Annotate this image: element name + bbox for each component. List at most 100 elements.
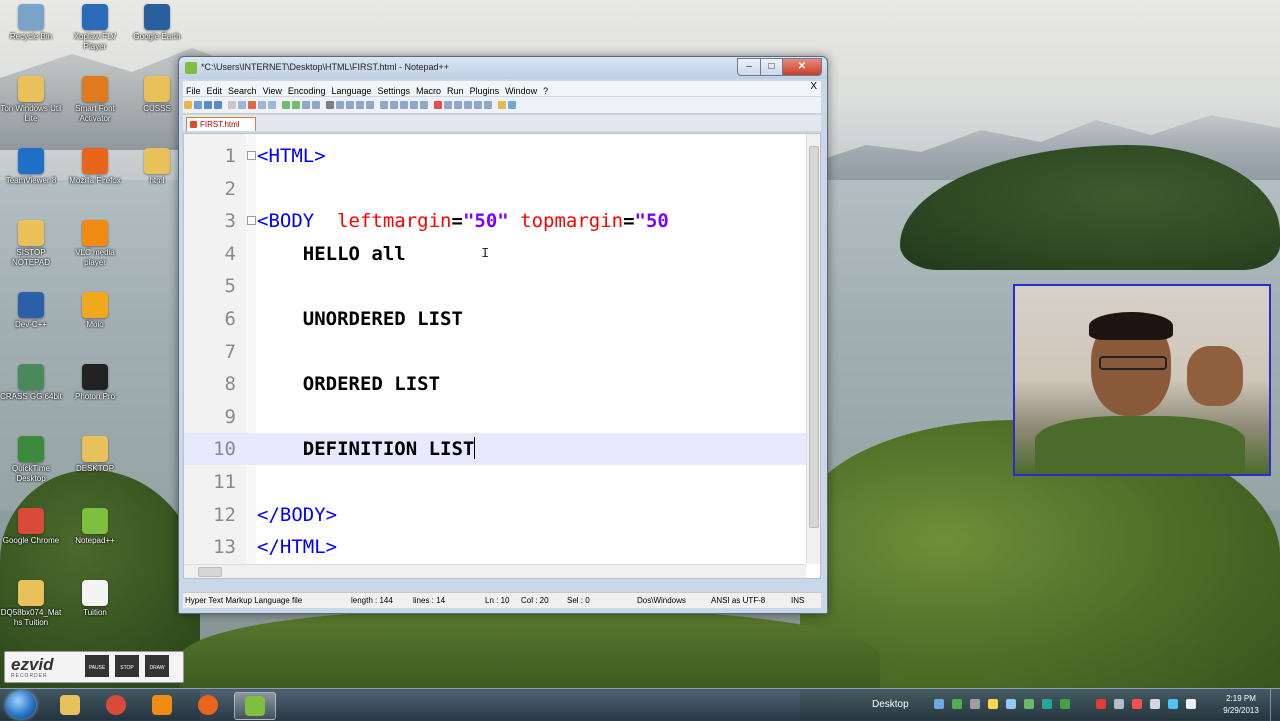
tray-network-icon[interactable] bbox=[1168, 699, 1178, 709]
code-editor[interactable]: 1 <HTML> 2 3 <BODY leftmargin="50" topmargin… bbox=[183, 133, 821, 579]
toolbar-button-icon[interactable] bbox=[356, 101, 364, 109]
tray-app-icon[interactable] bbox=[1024, 699, 1034, 709]
tray-app-icon[interactable] bbox=[1042, 699, 1052, 709]
desktop-icon[interactable]: Tuition bbox=[64, 580, 126, 618]
toolbar-button-icon[interactable] bbox=[292, 101, 300, 109]
toolbar-button-icon[interactable] bbox=[336, 101, 344, 109]
menu-encoding[interactable]: Encoding bbox=[285, 85, 329, 96]
taskbar-clock[interactable]: 2:19 PM 9/29/2013 bbox=[1214, 693, 1268, 717]
close-document-icon[interactable]: X bbox=[810, 81, 817, 92]
desktop-icon[interactable]: Smart Font Activator bbox=[64, 76, 126, 124]
desktop-icon[interactable]: Dev-C++ bbox=[0, 292, 62, 330]
maximize-button[interactable]: □ bbox=[760, 58, 783, 76]
desktop-icon[interactable]: Google Earth bbox=[126, 4, 188, 42]
ezvid-pause-button[interactable]: PAUSE bbox=[85, 655, 109, 677]
vertical-scrollbar[interactable] bbox=[806, 134, 820, 564]
toolbar-button-icon[interactable] bbox=[454, 101, 462, 109]
menu-plugins[interactable]: Plugins bbox=[467, 85, 503, 96]
menu-language[interactable]: Language bbox=[328, 85, 374, 96]
toolbar-button-icon[interactable] bbox=[464, 101, 472, 109]
desktop-icon[interactable]: Ton Windows Util Lite bbox=[0, 76, 62, 124]
ezvid-stop-button[interactable]: STOP bbox=[115, 655, 139, 677]
desktop-icon[interactable]: Notepad++ bbox=[64, 508, 126, 546]
fold-toggle-icon[interactable] bbox=[247, 216, 256, 226]
toolbar-button-icon[interactable] bbox=[508, 101, 516, 109]
code-line[interactable]: 5 bbox=[184, 270, 806, 302]
tray-app-icon[interactable] bbox=[952, 699, 962, 709]
toolbar-button-icon[interactable] bbox=[498, 101, 506, 109]
vertical-scroll-thumb[interactable] bbox=[809, 146, 819, 528]
tab-first-html[interactable]: FIRST.html bbox=[186, 117, 256, 131]
tray-app-icon[interactable] bbox=[988, 699, 998, 709]
toolbar-button-icon[interactable] bbox=[204, 101, 212, 109]
code-line[interactable]: 13 </HTML> bbox=[184, 531, 806, 563]
fold-toggle-icon[interactable] bbox=[247, 151, 256, 160]
tray-app-icon[interactable] bbox=[970, 699, 980, 709]
tray-volume-icon[interactable] bbox=[1186, 699, 1196, 709]
code-line[interactable]: 4 HELLO all bbox=[184, 238, 806, 270]
tray-app-icon[interactable] bbox=[1132, 699, 1142, 709]
desktop-toolbar-label[interactable]: Desktop bbox=[872, 699, 909, 710]
code-line[interactable]: 9 bbox=[184, 401, 806, 433]
tray-network-icon[interactable] bbox=[934, 699, 944, 709]
tray-app-icon[interactable] bbox=[1060, 699, 1070, 709]
code-line[interactable]: 7 bbox=[184, 336, 806, 368]
desktop-icon[interactable]: Recycle Bin bbox=[0, 4, 62, 42]
taskbar-media-player[interactable] bbox=[142, 692, 182, 718]
toolbar-button-icon[interactable] bbox=[326, 101, 334, 109]
toolbar-button-icon[interactable] bbox=[184, 101, 192, 109]
menu-edit[interactable]: Edit bbox=[204, 85, 226, 96]
toolbar-button-icon[interactable] bbox=[390, 101, 398, 109]
ezvid-draw-button[interactable]: DRAW bbox=[145, 655, 169, 677]
code-line[interactable]: 3 <BODY leftmargin="50" topmargin="50 bbox=[184, 205, 806, 237]
code-line[interactable]: 10 DEFINITION LIST bbox=[184, 433, 806, 466]
toolbar-button-icon[interactable] bbox=[258, 101, 266, 109]
menu-file[interactable]: File bbox=[183, 85, 204, 96]
menu-settings[interactable]: Settings bbox=[375, 85, 414, 96]
toolbar-button-icon[interactable] bbox=[366, 101, 374, 109]
toolbar-button-icon[interactable] bbox=[434, 101, 442, 109]
show-desktop-button[interactable] bbox=[1270, 689, 1280, 721]
taskbar-explorer[interactable] bbox=[50, 692, 90, 718]
taskbar-notepadpp[interactable] bbox=[234, 692, 276, 720]
code-line[interactable]: 11 bbox=[184, 466, 806, 498]
code-line[interactable]: 6 UNORDERED LIST bbox=[184, 303, 806, 335]
code-line[interactable]: 12 </BODY> bbox=[184, 499, 806, 531]
desktop-icon[interactable]: Moio bbox=[64, 292, 126, 330]
desktop-icon[interactable]: TeamViewer 8 bbox=[0, 148, 62, 186]
toolbar-button-icon[interactable] bbox=[410, 101, 418, 109]
taskbar-chrome[interactable] bbox=[96, 692, 136, 718]
desktop-icon[interactable]: Mozilla Firefox bbox=[64, 148, 126, 186]
toolbar-button-icon[interactable] bbox=[400, 101, 408, 109]
desktop-icon[interactable]: VLC media player bbox=[64, 220, 126, 268]
desktop-icon[interactable]: SISTOP NOTEPAD bbox=[0, 220, 62, 268]
desktop-icon[interactable]: CRASS GG 64bit bbox=[0, 364, 62, 402]
start-button[interactable] bbox=[6, 691, 36, 719]
desktop-icon[interactable]: DESKTOP bbox=[64, 436, 126, 474]
code-line[interactable]: 1 <HTML> bbox=[184, 140, 806, 172]
toolbar-button-icon[interactable] bbox=[194, 101, 202, 109]
toolbar-button-icon[interactable] bbox=[346, 101, 354, 109]
desktop-icon[interactable]: Xoplaw FLV Player bbox=[64, 4, 126, 52]
menu-view[interactable]: View bbox=[260, 85, 285, 96]
toolbar-button-icon[interactable] bbox=[228, 101, 236, 109]
tray-app-icon[interactable] bbox=[1114, 699, 1124, 709]
code-line[interactable]: 8 ORDERED LIST bbox=[184, 368, 806, 400]
desktop-icon[interactable]: Photon Pro bbox=[64, 364, 126, 402]
toolbar-button-icon[interactable] bbox=[302, 101, 310, 109]
menu-search[interactable]: Search bbox=[225, 85, 260, 96]
menu-run[interactable]: Run bbox=[444, 85, 467, 96]
menu-macro[interactable]: Macro bbox=[413, 85, 444, 96]
toolbar-button-icon[interactable] bbox=[420, 101, 428, 109]
toolbar-button-icon[interactable] bbox=[484, 101, 492, 109]
desktop-icon[interactable]: Google Chrome bbox=[0, 508, 62, 546]
toolbar-button-icon[interactable] bbox=[444, 101, 452, 109]
menu-help[interactable]: ? bbox=[540, 85, 551, 96]
toolbar-button-icon[interactable] bbox=[282, 101, 290, 109]
toolbar-button-icon[interactable] bbox=[238, 101, 246, 109]
tray-app-icon[interactable] bbox=[1150, 699, 1160, 709]
toolbar-button-icon[interactable] bbox=[248, 101, 256, 109]
horizontal-scroll-thumb[interactable] bbox=[198, 567, 222, 577]
window-titlebar[interactable]: *C:\Users\INTERNET\Desktop\HTML\FIRST.ht… bbox=[179, 57, 827, 79]
minimize-button[interactable]: – bbox=[737, 58, 761, 76]
